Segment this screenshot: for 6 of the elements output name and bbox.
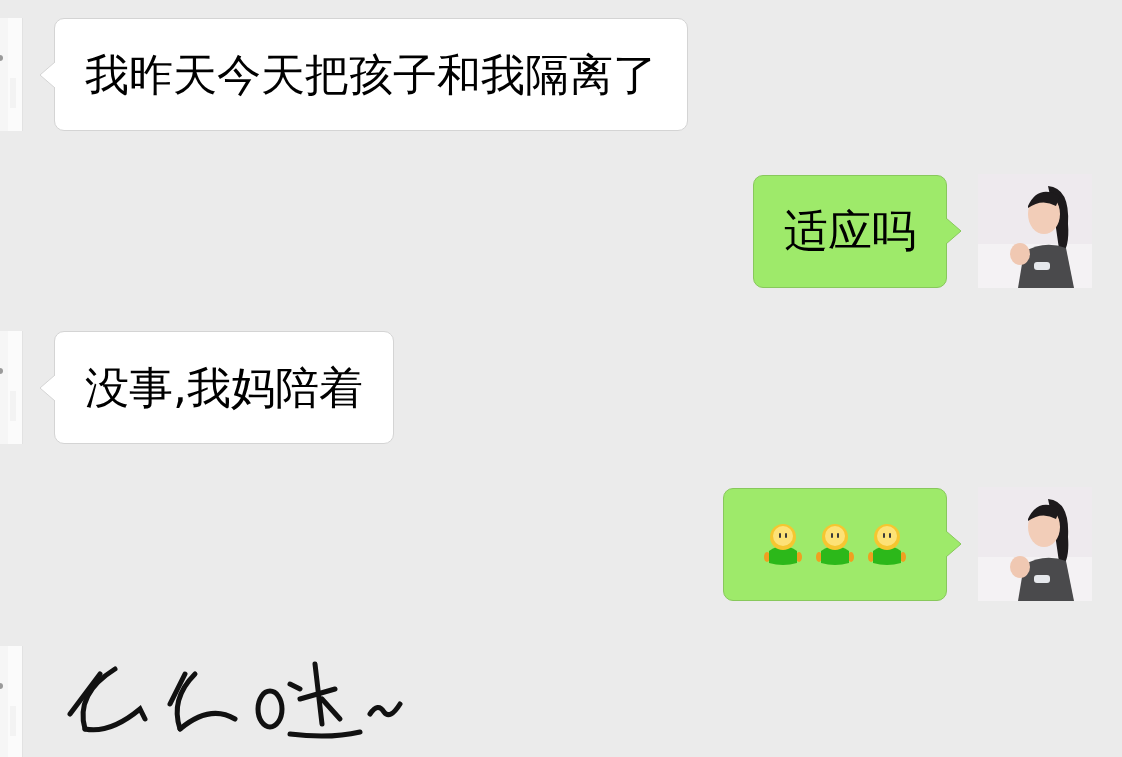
- bubble-tail: [946, 217, 963, 245]
- bubble-tail: [38, 373, 55, 402]
- bubble-tail: [38, 60, 55, 89]
- message-bubble: 适应吗: [753, 174, 947, 288]
- message-bubble: 我昨天今天把孩子和我隔离了: [54, 18, 688, 131]
- message-bubble: 没事,我妈陪着: [54, 331, 394, 444]
